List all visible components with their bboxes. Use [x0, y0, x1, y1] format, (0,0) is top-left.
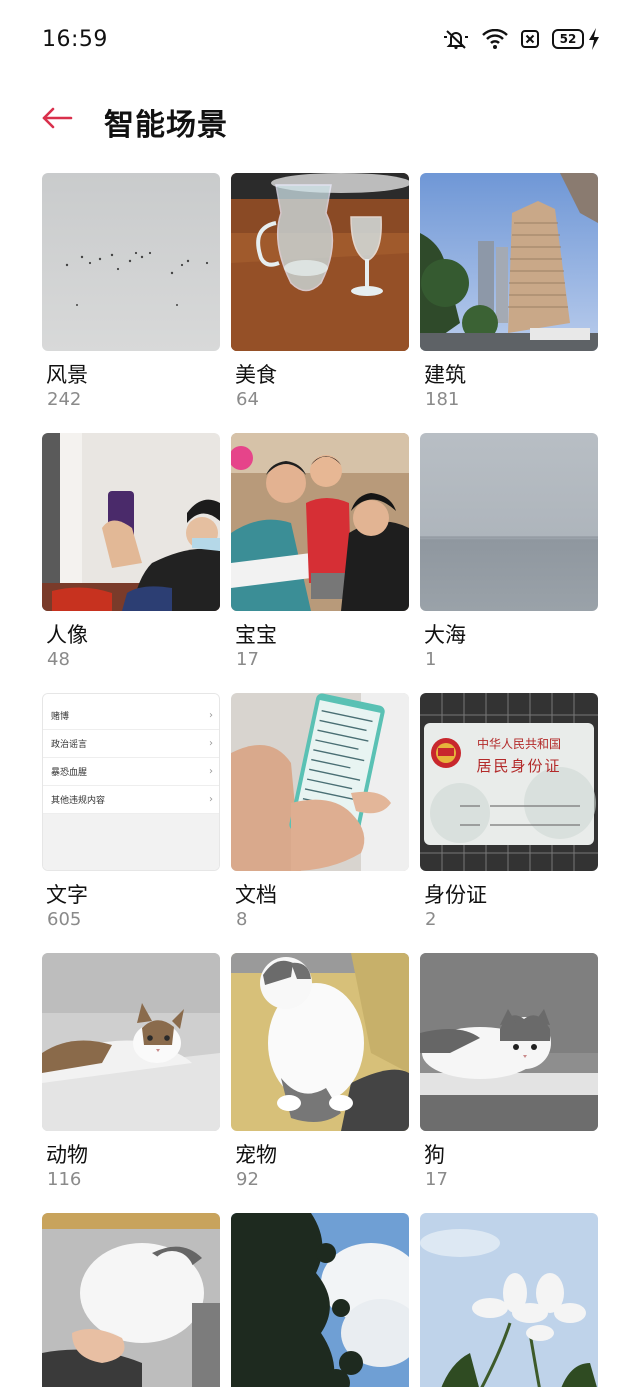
scene-thumbnail	[42, 173, 220, 351]
scene-label: 文档	[235, 883, 277, 907]
scene-thumbnail	[231, 433, 409, 611]
scene-count: 116	[47, 1169, 82, 1190]
scene-label: 狗	[424, 1143, 445, 1167]
scene-thumbnail	[420, 433, 598, 611]
scene-count: 8	[236, 909, 248, 930]
scene-thumbnail	[420, 1213, 598, 1387]
scene-item-cat[interactable]	[42, 1213, 220, 1387]
status-icons: 52	[442, 26, 600, 52]
scene-item-pet[interactable]: 宠物 92	[231, 953, 409, 1213]
chevron-right-icon: ›	[209, 766, 213, 777]
id-card-line1: 中华人民共和国	[476, 737, 561, 751]
text-screenshot: 赌博 › 政治谣言 › 暴恐血腥 › 其他违规内容 ›	[43, 694, 219, 870]
cat-photo	[42, 1213, 220, 1387]
scene-count: 92	[236, 1169, 259, 1190]
pet-photo	[231, 953, 409, 1131]
scene-thumbnail	[420, 173, 598, 351]
scene-item-baby[interactable]: 宝宝 17	[231, 433, 409, 693]
food-photo	[231, 173, 409, 351]
no-sim-icon	[520, 29, 540, 49]
scene-count: 17	[425, 1169, 448, 1190]
status-bar: 16:59 52	[0, 0, 640, 80]
scene-count: 64	[236, 389, 259, 410]
mute-icon	[442, 28, 470, 50]
scene-item-text[interactable]: 赌博 › 政治谣言 › 暴恐血腥 › 其他违规内容 › 文字 605	[42, 693, 220, 953]
scene-item-flower[interactable]	[420, 1213, 598, 1387]
scene-item-dog[interactable]: 狗 17	[420, 953, 598, 1213]
scene-item-sea[interactable]: 大海 1	[420, 433, 598, 693]
scene-grid: 风景 242 美食 64 建筑 181 人像 48 宝宝 17 大海 1 赌博 …	[42, 173, 598, 1387]
scene-item-landscape[interactable]: 风景 242	[42, 173, 220, 433]
document-photo	[231, 693, 409, 871]
scene-count: 242	[47, 389, 82, 410]
scene-count: 181	[425, 389, 460, 410]
scene-count: 48	[47, 649, 70, 670]
id-card-line2: 居民身份证	[476, 757, 562, 775]
landscape-photo	[42, 173, 220, 351]
battery-level: 52	[559, 32, 577, 46]
scene-label: 建筑	[424, 363, 466, 387]
flower-photo	[420, 1213, 598, 1387]
tree-photo	[231, 1213, 409, 1387]
scene-thumbnail	[231, 953, 409, 1131]
scene-label: 人像	[46, 623, 88, 647]
scene-thumbnail	[231, 693, 409, 871]
scene-label: 身份证	[424, 883, 487, 907]
battery-icon: 52	[552, 29, 584, 49]
scene-item-portrait[interactable]: 人像 48	[42, 433, 220, 693]
page-header: 智能场景	[0, 90, 640, 150]
scene-label: 美食	[235, 363, 277, 387]
scene-thumbnail: 中华人民共和国 居民身份证	[420, 693, 598, 871]
scene-label: 宝宝	[235, 623, 277, 647]
scene-thumbnail	[42, 1213, 220, 1387]
dog-photo	[420, 953, 598, 1131]
scene-thumbnail	[231, 173, 409, 351]
scene-count: 1	[425, 649, 437, 670]
scene-label: 文字	[46, 883, 88, 907]
scene-thumbnail	[420, 953, 598, 1131]
text-row: 政治谣言 ›	[43, 730, 219, 758]
chevron-right-icon: ›	[209, 738, 213, 749]
scene-item-document[interactable]: 文档 8	[231, 693, 409, 953]
scene-thumbnail	[42, 433, 220, 611]
scene-thumbnail	[231, 1213, 409, 1387]
text-row: 暴恐血腥 ›	[43, 758, 219, 786]
back-arrow-icon	[41, 106, 73, 134]
architecture-photo	[420, 173, 598, 351]
scene-item-animal[interactable]: 动物 116	[42, 953, 220, 1213]
status-time: 16:59	[42, 27, 108, 52]
scene-thumbnail	[42, 953, 220, 1131]
scene-count: 605	[47, 909, 82, 930]
scene-thumbnail: 赌博 › 政治谣言 › 暴恐血腥 › 其他违规内容 ›	[42, 693, 220, 871]
scene-label: 风景	[46, 363, 88, 387]
charging-icon	[588, 28, 600, 50]
page-title: 智能场景	[104, 108, 228, 143]
portrait-photo	[42, 433, 220, 611]
scene-label: 动物	[46, 1143, 88, 1167]
chevron-right-icon: ›	[209, 710, 213, 721]
sea-photo	[420, 433, 598, 611]
text-row: 赌博 ›	[43, 702, 219, 730]
baby-photo	[231, 433, 409, 611]
id-card-photo	[420, 693, 598, 871]
animal-photo	[42, 953, 220, 1131]
wifi-icon	[482, 29, 508, 49]
scene-item-food[interactable]: 美食 64	[231, 173, 409, 433]
text-row: 其他违规内容 ›	[43, 786, 219, 814]
scene-label: 大海	[424, 623, 466, 647]
scene-count: 2	[425, 909, 437, 930]
chevron-right-icon: ›	[209, 794, 213, 805]
scene-item-tree[interactable]	[231, 1213, 409, 1387]
scene-item-id-card[interactable]: 中华人民共和国 居民身份证 身份证 2	[420, 693, 598, 953]
scene-item-architecture[interactable]: 建筑 181	[420, 173, 598, 433]
back-button[interactable]	[36, 102, 78, 138]
scene-count: 17	[236, 649, 259, 670]
scene-label: 宠物	[235, 1143, 277, 1167]
